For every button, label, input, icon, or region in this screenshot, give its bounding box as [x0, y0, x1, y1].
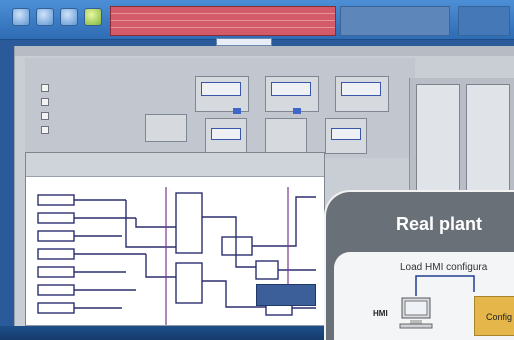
option-checkbox[interactable]	[41, 98, 49, 106]
logic-wiring	[37, 187, 324, 337]
faceplate-display	[331, 128, 361, 140]
logic-diagram-window	[25, 152, 325, 340]
hmi-label: HMI	[373, 309, 388, 318]
option-checkbox[interactable]	[41, 84, 49, 92]
alarm-list[interactable]	[110, 6, 336, 36]
callout-title: Real plant	[396, 214, 483, 234]
controller-faceplate[interactable]	[466, 84, 510, 198]
status-led	[293, 108, 301, 114]
alarm-details-panel	[340, 6, 450, 36]
system-status-panel	[458, 6, 510, 36]
logic-diagram-canvas[interactable]	[26, 177, 324, 340]
alarm-row[interactable]	[111, 7, 335, 14]
popup-window[interactable]	[256, 284, 316, 306]
acknowledge-icon[interactable]	[12, 8, 30, 26]
silence-icon[interactable]	[36, 8, 54, 26]
option-checkbox[interactable]	[41, 126, 49, 134]
alarm-row[interactable]	[111, 14, 335, 21]
faceplate-display	[271, 82, 311, 96]
controller-side-panel	[409, 78, 514, 228]
faceplate-display	[341, 82, 381, 96]
faceplate-block[interactable]	[265, 118, 307, 154]
alarm-toolbar	[0, 0, 514, 40]
option-checkbox[interactable]	[41, 112, 49, 120]
active-screen-tab[interactable]	[216, 38, 272, 46]
faceplate-display	[201, 82, 241, 96]
controller-faceplate[interactable]	[416, 84, 460, 198]
navigate-icon[interactable]	[60, 8, 78, 26]
status-led	[233, 108, 241, 114]
overview-icon[interactable]	[84, 8, 102, 26]
window-title-strip	[15, 46, 514, 56]
config-label: Config	[486, 312, 513, 322]
faceplate-block[interactable]	[145, 114, 187, 142]
alarm-row[interactable]	[111, 21, 335, 28]
faceplate-display	[211, 128, 241, 140]
faceplate-area	[25, 58, 415, 158]
load-arrow	[415, 275, 475, 296]
computer-icon	[399, 297, 433, 329]
logic-toolbar	[26, 153, 324, 177]
callout-clip: Real plant Load HMI configura HMI Config	[324, 190, 514, 340]
